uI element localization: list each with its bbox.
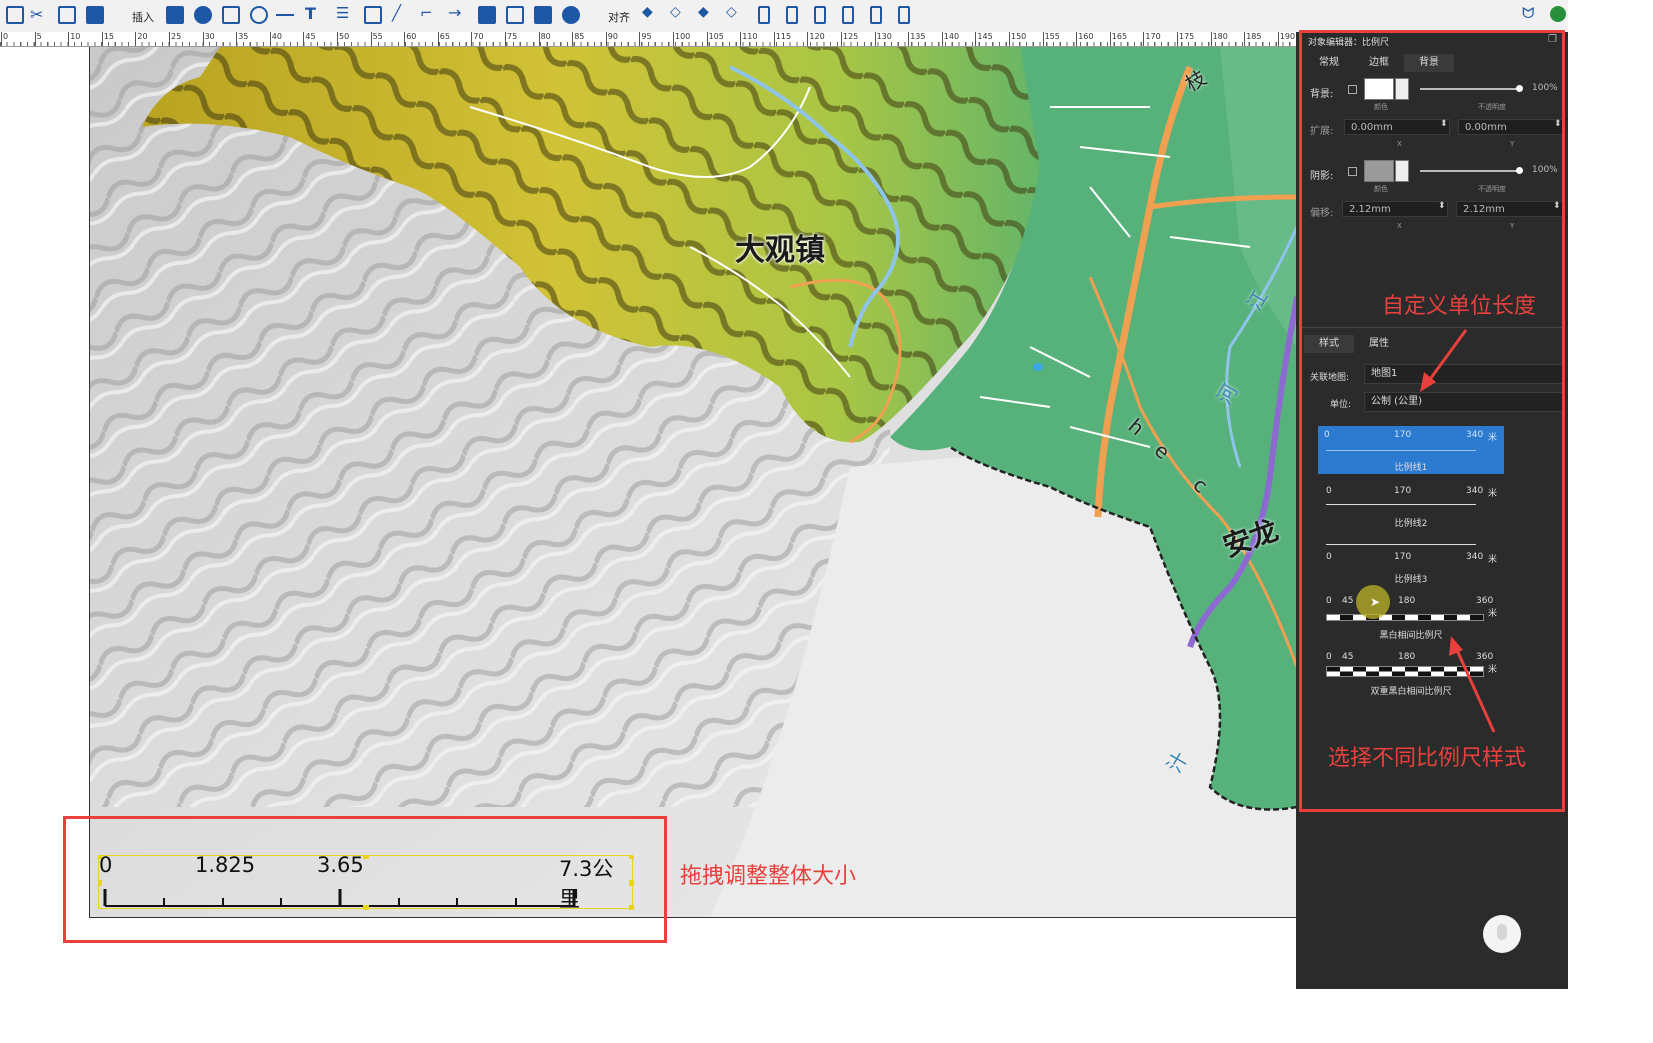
microphone-button[interactable] xyxy=(1483,915,1521,953)
microphone-icon xyxy=(1497,924,1507,940)
annotation-arrows xyxy=(1420,329,1496,733)
